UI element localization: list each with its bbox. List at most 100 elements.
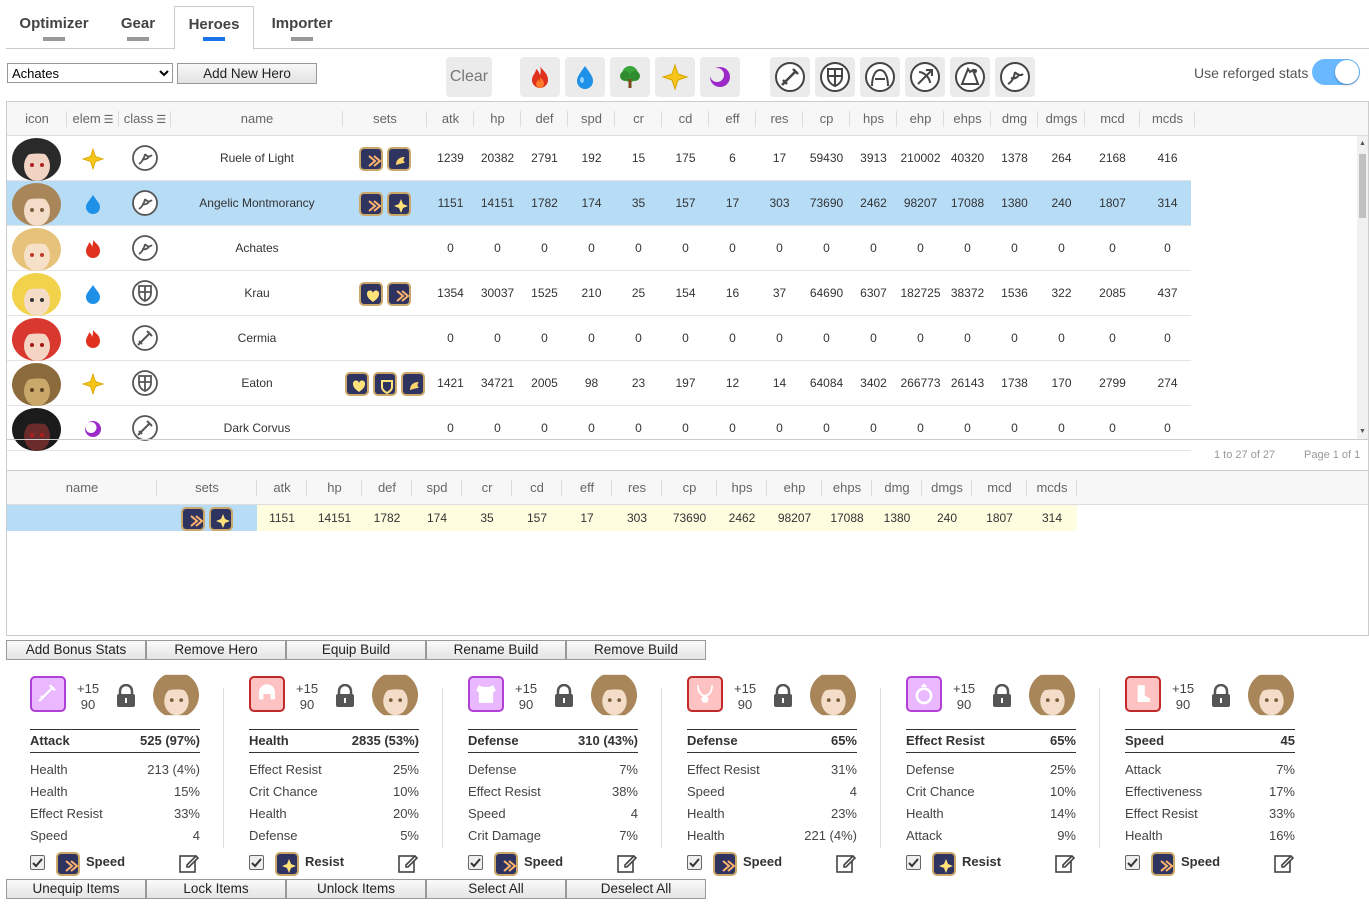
- lock-icon[interactable]: [772, 684, 794, 708]
- column-header-hps[interactable]: hps: [850, 102, 897, 136]
- build-column-header-cr[interactable]: cr: [462, 471, 512, 505]
- build-column-header-atk[interactable]: atk: [257, 471, 307, 505]
- column-header-cr[interactable]: cr: [615, 102, 662, 136]
- column-header-class[interactable]: class ☰: [119, 102, 171, 136]
- lock-icon[interactable]: [334, 684, 356, 708]
- gear-card-necklace[interactable]: +15 90 Defense 65% Effect Resist 31% Speed 4 Hea…: [687, 672, 859, 876]
- gear-card-ring[interactable]: +15 90 Effect Resist 65% Defense 25% Crit Chan…: [906, 672, 1078, 876]
- column-header-cd[interactable]: cd: [662, 102, 709, 136]
- build-column-header-sets[interactable]: sets: [157, 471, 257, 505]
- build-row[interactable]: 1151 14151 1782 174 35 157 17 303 73690 2462 98207…: [7, 505, 1077, 531]
- gear-select-checkbox[interactable]: [906, 855, 921, 870]
- column-header-dmg[interactable]: dmg: [991, 102, 1038, 136]
- build-column-header-eff[interactable]: eff: [562, 471, 612, 505]
- hero-row[interactable]: Angelic Montmorancy 1151 14151 1782 174 35 157…: [7, 181, 1191, 226]
- build-column-header-hps[interactable]: hps: [717, 471, 767, 505]
- clear-filter-button[interactable]: Clear: [446, 57, 492, 97]
- gear-card-helmet[interactable]: +15 90 Health 2835 (53%) Effect Resist 25% Cri…: [249, 672, 421, 876]
- light-filter-button[interactable]: [655, 57, 695, 97]
- remove-build-button[interactable]: Remove Build: [566, 640, 706, 660]
- filter-menu-icon[interactable]: ☰: [156, 114, 166, 126]
- column-header-icon[interactable]: icon: [7, 102, 67, 136]
- build-column-header-cp[interactable]: cp: [662, 471, 717, 505]
- build-column-header-ehps[interactable]: ehps: [822, 471, 872, 505]
- edit-icon[interactable]: [835, 852, 857, 874]
- edit-icon[interactable]: [616, 852, 638, 874]
- gear-select-checkbox[interactable]: [468, 855, 483, 870]
- build-column-header-cd[interactable]: cd: [512, 471, 562, 505]
- knight-filter-button[interactable]: [815, 57, 855, 97]
- tab-heroes[interactable]: Heroes: [174, 6, 254, 50]
- add-new-hero-button[interactable]: Add New Hero: [177, 63, 317, 84]
- build-column-header-mcds[interactable]: mcds: [1027, 471, 1077, 505]
- scroll-down-icon[interactable]: ▼: [1359, 428, 1366, 435]
- build-column-header-dmgs[interactable]: dmgs: [922, 471, 972, 505]
- hero-row[interactable]: Achates 0 0 0 0 0 0 0 0 0 0 0 0 0 0 0 0: [7, 226, 1191, 271]
- build-column-header-def[interactable]: def: [362, 471, 412, 505]
- lock-icon[interactable]: [1210, 684, 1232, 708]
- remove-hero-button[interactable]: Remove Hero: [146, 640, 286, 660]
- unlock-items-button[interactable]: Unlock Items: [286, 879, 426, 899]
- hero-row[interactable]: Cermia 0 0 0 0 0 0 0 0 0 0 0 0 0 0 0 0: [7, 316, 1191, 361]
- build-column-header-dmg[interactable]: dmg: [872, 471, 922, 505]
- hero-row[interactable]: Krau 1354 30037 1525 210 25 154 16 37 64690 6307 18…: [7, 271, 1191, 316]
- add-bonus-stats-button[interactable]: Add Bonus Stats: [6, 640, 146, 660]
- build-column-header-mcd[interactable]: mcd: [972, 471, 1027, 505]
- dark-filter-button[interactable]: [700, 57, 740, 97]
- lock-icon[interactable]: [991, 684, 1013, 708]
- filter-menu-icon[interactable]: ☰: [104, 114, 114, 126]
- gear-card-boots[interactable]: +15 90 Speed 45 Attack 7% Effectiveness 17% Effe…: [1125, 672, 1297, 876]
- hero-row[interactable]: Dark Corvus 0 0 0 0 0 0 0 0 0 0 0 0 0 0 0 0: [7, 406, 1191, 451]
- soul-weaver-filter-button[interactable]: [995, 57, 1035, 97]
- column-header-atk[interactable]: atk: [427, 102, 474, 136]
- column-header-spd[interactable]: spd: [568, 102, 615, 136]
- build-column-header-res[interactable]: res: [612, 471, 662, 505]
- tab-importer[interactable]: Importer: [262, 6, 342, 49]
- edit-icon[interactable]: [178, 852, 200, 874]
- gear-select-checkbox[interactable]: [30, 855, 45, 870]
- earth-filter-button[interactable]: [610, 57, 650, 97]
- edit-icon[interactable]: [1054, 852, 1076, 874]
- gear-card-armor[interactable]: +15 90 Defense 310 (43%) Defense 7% Effect Res…: [468, 672, 640, 876]
- column-header-cp[interactable]: cp: [803, 102, 850, 136]
- hero-row[interactable]: Ruele of Light 1239 20382 2791 192 15 175 6 17 59…: [7, 136, 1191, 181]
- select-all-button[interactable]: Select All: [426, 879, 566, 899]
- gear-card-weapon[interactable]: +15 90 Attack 525 (97%) Health 213 (4%) Health…: [30, 672, 202, 876]
- column-header-eff[interactable]: eff: [709, 102, 756, 136]
- column-header-name[interactable]: name: [171, 102, 343, 136]
- hero-select[interactable]: Achates: [7, 63, 173, 83]
- ice-filter-button[interactable]: [565, 57, 605, 97]
- deselect-all-button[interactable]: Deselect All: [566, 879, 706, 899]
- column-header-hp[interactable]: hp: [474, 102, 521, 136]
- column-header-res[interactable]: res: [756, 102, 803, 136]
- edit-icon[interactable]: [1273, 852, 1295, 874]
- equip-build-button[interactable]: Equip Build: [286, 640, 426, 660]
- lock-icon[interactable]: [115, 684, 137, 708]
- rename-build-button[interactable]: Rename Build: [426, 640, 566, 660]
- warrior-filter-button[interactable]: [770, 57, 810, 97]
- tab-gear[interactable]: Gear: [106, 6, 170, 49]
- column-header-dmgs[interactable]: dmgs: [1038, 102, 1085, 136]
- mage-filter-button[interactable]: [950, 57, 990, 97]
- column-header-mcds[interactable]: mcds: [1140, 102, 1195, 136]
- column-header-mcd[interactable]: mcd: [1085, 102, 1140, 136]
- column-header-elem[interactable]: elem ☰: [67, 102, 119, 136]
- build-column-header-ehp[interactable]: ehp: [767, 471, 822, 505]
- gear-select-checkbox[interactable]: [249, 855, 264, 870]
- tab-optimizer[interactable]: Optimizer: [12, 6, 96, 49]
- column-header-ehp[interactable]: ehp: [897, 102, 944, 136]
- gear-select-checkbox[interactable]: [687, 855, 702, 870]
- column-header-ehps[interactable]: ehps: [944, 102, 991, 136]
- column-header-def[interactable]: def: [521, 102, 568, 136]
- build-column-header-hp[interactable]: hp: [307, 471, 362, 505]
- thief-filter-button[interactable]: [860, 57, 900, 97]
- build-column-header-name[interactable]: name: [7, 471, 157, 505]
- scrollbar-thumb[interactable]: [1359, 154, 1366, 218]
- column-header-sets[interactable]: sets: [343, 102, 427, 136]
- build-column-header-spd[interactable]: spd: [412, 471, 462, 505]
- hero-row[interactable]: Eaton 1421 34721 2005 98 23 197 12 14 64084 3402 26…: [7, 361, 1191, 406]
- gear-select-checkbox[interactable]: [1125, 855, 1140, 870]
- unequip-items-button[interactable]: Unequip Items: [6, 879, 146, 899]
- scroll-up-icon[interactable]: ▲: [1359, 140, 1366, 147]
- lock-icon[interactable]: [553, 684, 575, 708]
